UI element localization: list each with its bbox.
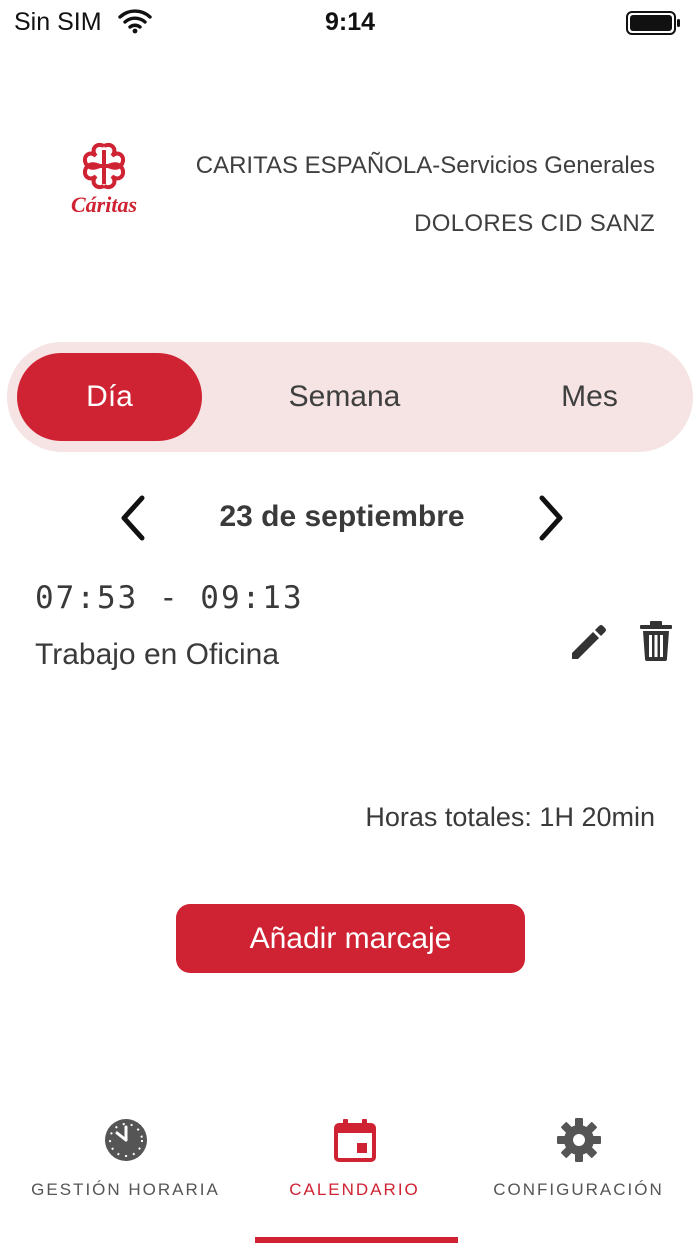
next-day-button[interactable]: [528, 492, 572, 544]
entry-time-range: 07:53 - 09:13: [35, 580, 304, 616]
tab-semana[interactable]: Semana: [252, 353, 437, 441]
tab-calendario[interactable]: CALENDARIO: [238, 1110, 471, 1220]
active-tab-indicator: [255, 1237, 458, 1243]
tab-configuracion[interactable]: CONFIGURACIÓN: [462, 1110, 695, 1220]
organization-name: CARITAS ESPAÑOLA-Servicios Generales: [195, 152, 655, 179]
add-entry-button[interactable]: Añadir marcaje: [176, 904, 525, 973]
clock-icon: [104, 1119, 147, 1161]
status-time: 9:14: [324, 8, 376, 36]
tab-gestion-horaria[interactable]: GESTIÓN HORARIA: [9, 1110, 242, 1220]
calendar-icon: [333, 1119, 376, 1162]
entry-type: Trabajo en Oficina: [35, 638, 280, 671]
total-hours: Horas totales: 1H 20min: [365, 802, 655, 832]
tab-label: CALENDARIO: [289, 1180, 420, 1199]
tab-dia[interactable]: Día: [17, 353, 202, 441]
current-date: 23 de septiembre: [219, 500, 465, 533]
svg-text:Cáritas: Cáritas: [71, 192, 137, 217]
caritas-logo: Cáritas: [71, 143, 137, 217]
edit-icon[interactable]: [566, 619, 610, 663]
gear-icon: [556, 1118, 601, 1162]
trash-icon[interactable]: [636, 619, 676, 663]
user-name: DOLORES CID SANZ: [414, 210, 655, 237]
battery-icon: [626, 11, 680, 35]
tab-label: CONFIGURACIÓN: [493, 1180, 664, 1199]
view-selector: Día Semana Mes: [7, 342, 693, 452]
status-bar: Sin SIM 9:14: [0, 0, 700, 46]
tab-mes[interactable]: Mes: [497, 353, 682, 441]
tab-label: GESTIÓN HORARIA: [31, 1180, 220, 1199]
